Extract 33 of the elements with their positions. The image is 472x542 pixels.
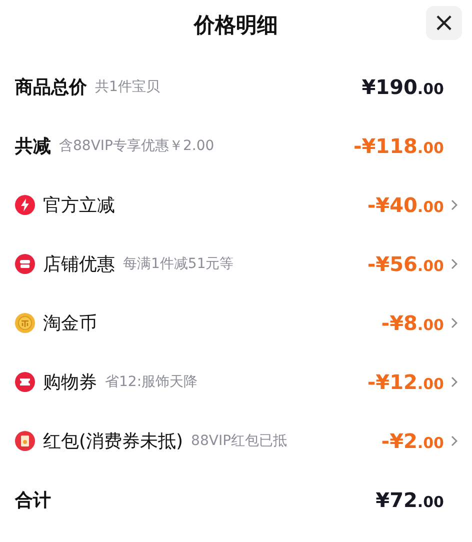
coin-icon [15,312,35,332]
amount-text: -¥118.00 [353,134,444,158]
amount-text: -¥2.00 [381,428,444,452]
amount-text: -¥40.00 [367,192,444,216]
shop-icon [15,254,35,274]
row-note: 每满1件减51元等 [123,254,234,272]
row-label: 红包(消费券未抵) [43,430,184,452]
close-button[interactable]: × [426,6,462,40]
row-note: 共1件宝贝 [95,78,160,96]
row-label: 商品总价 [15,76,87,98]
amount-text: ¥72.00 [376,488,444,512]
row-label: 淘金币 [43,312,97,334]
row-label: 共减 [15,134,51,158]
row-label: 官方立减 [43,194,115,216]
amount-text: -¥56.00 [367,252,444,276]
amount-text: ¥190.00 [362,74,444,98]
row-note: 含88VIP专享优惠￥2.00 [59,136,214,154]
chevron-right-icon[interactable] [450,258,458,270]
ticket-icon [15,372,35,392]
chevron-right-icon[interactable] [450,434,458,446]
envelope-icon [15,430,35,450]
amount-text: -¥8.00 [381,310,444,334]
chevron-right-icon[interactable] [450,376,458,388]
row-note: 省12:服饰天降 [105,372,198,390]
chevron-right-icon[interactable] [450,316,458,328]
row-label: 合计 [15,488,51,512]
chevron-right-icon[interactable] [450,198,458,210]
row-label: 购物券 [43,370,97,394]
row-note: 88VIP红包已抵 [191,432,288,450]
amount-text: -¥12.00 [367,370,444,394]
sheet-title: 价格明细 [194,12,278,39]
row-label: 店铺优惠 [43,252,115,276]
lightning-icon [15,194,35,214]
